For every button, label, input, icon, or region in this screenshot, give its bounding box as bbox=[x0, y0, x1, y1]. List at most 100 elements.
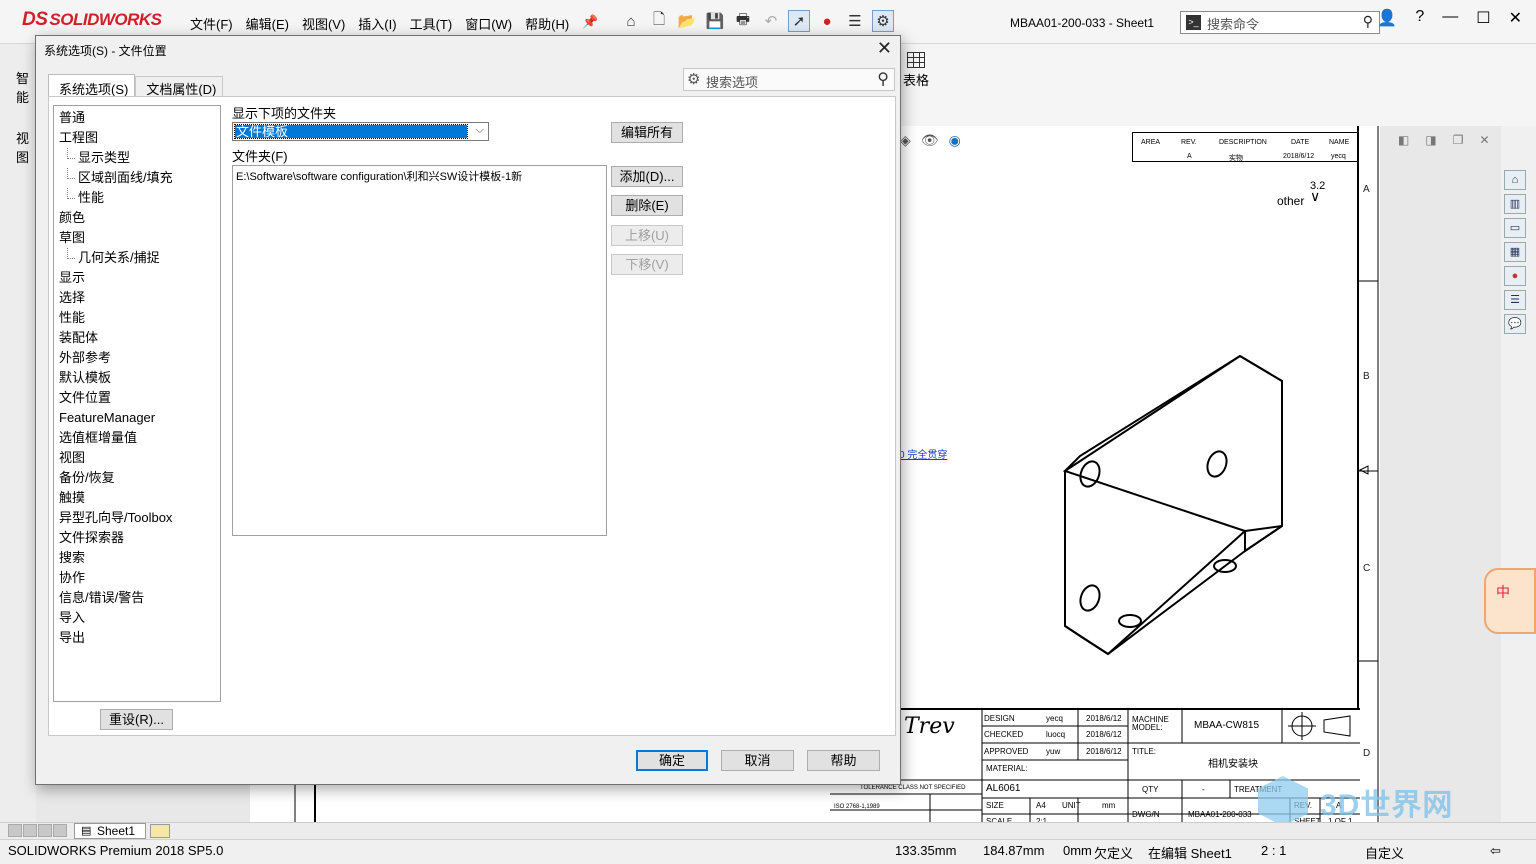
pin-icon[interactable]: 📌 bbox=[582, 14, 598, 33]
delete-folder-button[interactable]: 删除(E) bbox=[611, 195, 683, 216]
status-units[interactable]: 自定义 bbox=[1365, 843, 1404, 862]
minimize-icon[interactable]: — bbox=[1442, 8, 1458, 28]
view-palette-icon[interactable]: ▦ bbox=[1504, 242, 1526, 262]
tree-item[interactable]: 搜索 bbox=[54, 548, 220, 568]
sheet-restore-icon[interactable]: ❐ bbox=[1453, 133, 1464, 147]
user-icon[interactable]: 👤 bbox=[1377, 8, 1397, 28]
pane-left-icon[interactable]: ◧ bbox=[1398, 133, 1409, 147]
tree-item[interactable]: 视图 bbox=[54, 448, 220, 468]
tree-item[interactable]: 几何关系/捕捉 bbox=[54, 248, 220, 268]
show-folders-select[interactable]: 文件模板 ⌵ bbox=[232, 122, 489, 141]
smart-dimension-label[interactable]: 智能 bbox=[16, 68, 36, 106]
tree-item[interactable]: 文件位置 bbox=[54, 388, 220, 408]
move-up-button[interactable]: 上移(U) bbox=[611, 225, 683, 246]
menu-view[interactable]: 视图(V) bbox=[302, 14, 345, 33]
forum-icon[interactable]: 💬 bbox=[1504, 314, 1526, 334]
tree-item[interactable]: 普通 bbox=[54, 108, 220, 128]
options-gear-icon[interactable]: ⚙ bbox=[872, 10, 894, 32]
ime-indicator[interactable]: 中 bbox=[1484, 568, 1536, 634]
tab-document-properties[interactable]: 文档属性(D) bbox=[135, 76, 224, 97]
save-icon[interactable]: 💾 bbox=[704, 10, 726, 32]
reset-button[interactable]: 重设(R)... bbox=[100, 709, 173, 730]
design-library-icon[interactable]: ▥ bbox=[1504, 194, 1526, 214]
maximize-icon[interactable]: ☐ bbox=[1476, 8, 1490, 28]
tree-item[interactable]: 性能 bbox=[54, 188, 220, 208]
traffic-light-icon[interactable]: ● bbox=[816, 10, 838, 32]
undo-icon[interactable]: ↶ bbox=[760, 10, 782, 32]
pane-right-icon[interactable]: ◨ bbox=[1425, 133, 1436, 147]
last-sheet-button[interactable] bbox=[53, 824, 67, 837]
help-question-icon[interactable]: ? bbox=[1415, 8, 1424, 28]
menu-tools[interactable]: 工具(T) bbox=[410, 14, 453, 33]
appearances-icon[interactable]: ● bbox=[1504, 266, 1526, 286]
ok-button[interactable]: 确定 bbox=[636, 750, 708, 771]
search-commands-input[interactable]: >_ 搜索命令 ⚲ bbox=[1180, 11, 1380, 34]
file-properties-icon[interactable]: ☰ bbox=[844, 10, 866, 32]
prev-sheet-button[interactable] bbox=[23, 824, 37, 837]
hide-show-icon[interactable]: 👁 bbox=[921, 132, 939, 149]
status-scale[interactable]: 2 : 1 bbox=[1261, 843, 1286, 858]
tree-item[interactable]: 文件探索器 bbox=[54, 528, 220, 548]
tree-item[interactable]: FeatureManager bbox=[54, 408, 220, 428]
tree-item[interactable]: 触摸 bbox=[54, 488, 220, 508]
menu-insert[interactable]: 插入(I) bbox=[358, 14, 396, 33]
menu-window[interactable]: 窗口(W) bbox=[465, 14, 512, 33]
appearance-sphere-icon[interactable]: ◉ bbox=[949, 132, 961, 149]
search-icon[interactable]: ⚲ bbox=[877, 69, 889, 89]
hole-callout-link[interactable]: 0 完全贯穿 bbox=[899, 446, 947, 461]
status-bar-toggle-icon[interactable]: ⇦ bbox=[1490, 843, 1501, 859]
folder-path-item[interactable]: E:\Software\software configuration\利和兴SW… bbox=[233, 166, 606, 186]
tree-item[interactable]: 协作 bbox=[54, 568, 220, 588]
move-down-button[interactable]: 下移(V) bbox=[611, 254, 683, 275]
menu-edit[interactable]: 编辑(E) bbox=[246, 14, 289, 33]
select-pointer-icon[interactable]: ➚ bbox=[788, 10, 810, 32]
edit-all-button[interactable]: 编辑所有 bbox=[611, 122, 683, 143]
add-sheet-button[interactable] bbox=[150, 824, 170, 838]
tree-item[interactable]: 区域剖面线/填充 bbox=[54, 168, 220, 188]
search-icon[interactable]: ⚲ bbox=[1363, 13, 1373, 30]
print-icon[interactable]: 🖶 bbox=[732, 10, 754, 32]
solidworks-logo[interactable]: DS SOLIDWORKS bbox=[22, 9, 162, 31]
folders-list[interactable]: E:\Software\software configuration\利和兴SW… bbox=[232, 165, 607, 536]
dialog-close-icon[interactable]: ✕ bbox=[877, 38, 892, 59]
menu-help[interactable]: 帮助(H) bbox=[525, 14, 569, 33]
tree-item[interactable]: 外部参考 bbox=[54, 348, 220, 368]
tree-item[interactable]: 性能 bbox=[54, 308, 220, 328]
tree-item[interactable]: 颜色 bbox=[54, 208, 220, 228]
options-tree[interactable]: 普通 工程图 显示类型 区域剖面线/填充 性能 颜色 草图 几何关系/捕捉 显示 选择 性能 装配体外… bbox=[53, 105, 221, 702]
solidworks-resources-icon[interactable]: ⌂ bbox=[1504, 170, 1526, 190]
tree-item[interactable]: 默认模板 bbox=[54, 368, 220, 388]
display-style-icon[interactable]: ◈ bbox=[900, 132, 911, 149]
tab-system-options[interactable]: 系统选项(S) bbox=[48, 74, 136, 97]
tree-item[interactable]: 导入 bbox=[54, 608, 220, 628]
close-icon[interactable]: ✕ bbox=[1509, 8, 1522, 28]
help-button[interactable]: 帮助 bbox=[807, 750, 880, 771]
tree-item[interactable]: 显示 bbox=[54, 268, 220, 288]
add-folder-button[interactable]: 添加(D)... bbox=[611, 166, 683, 187]
tree-item[interactable]: 装配体 bbox=[54, 328, 220, 348]
new-document-icon[interactable]: 🗋 bbox=[648, 10, 670, 32]
search-options-input[interactable]: ⚙ 搜索选项 ⚲ bbox=[683, 68, 895, 91]
menu-file[interactable]: 文件(F) bbox=[190, 14, 233, 33]
tree-item[interactable]: 草图 bbox=[54, 228, 220, 248]
tree-item[interactable]: 选值框增量值 bbox=[54, 428, 220, 448]
cancel-button[interactable]: 取消 bbox=[721, 750, 794, 771]
sheet-close-icon[interactable]: ✕ bbox=[1479, 133, 1489, 147]
file-explorer-icon[interactable]: ▭ bbox=[1504, 218, 1526, 238]
next-sheet-button[interactable] bbox=[38, 824, 52, 837]
tree-item[interactable]: 备份/恢复 bbox=[54, 468, 220, 488]
table-button[interactable]: 表格 bbox=[903, 52, 929, 89]
tree-item[interactable]: 显示类型 bbox=[54, 148, 220, 168]
first-sheet-button[interactable] bbox=[8, 824, 22, 837]
view-layout-tab[interactable]: 视图 bbox=[16, 128, 36, 166]
tree-item[interactable]: 选择 bbox=[54, 288, 220, 308]
tree-item[interactable]: 信息/错误/警告 bbox=[54, 588, 220, 608]
custom-properties-icon[interactable]: ☰ bbox=[1504, 290, 1526, 310]
home-icon[interactable]: ⌂ bbox=[620, 10, 642, 32]
tree-item[interactable]: 异型孔向导/Toolbox bbox=[54, 508, 220, 528]
gear-icon: ⚙ bbox=[687, 71, 701, 88]
open-folder-icon[interactable]: 📂 bbox=[676, 10, 698, 32]
tree-item[interactable]: 工程图 bbox=[54, 128, 220, 148]
sheet-tab-sheet1[interactable]: ▤ Sheet1 bbox=[74, 823, 146, 839]
tree-item[interactable]: 导出 bbox=[54, 628, 220, 648]
